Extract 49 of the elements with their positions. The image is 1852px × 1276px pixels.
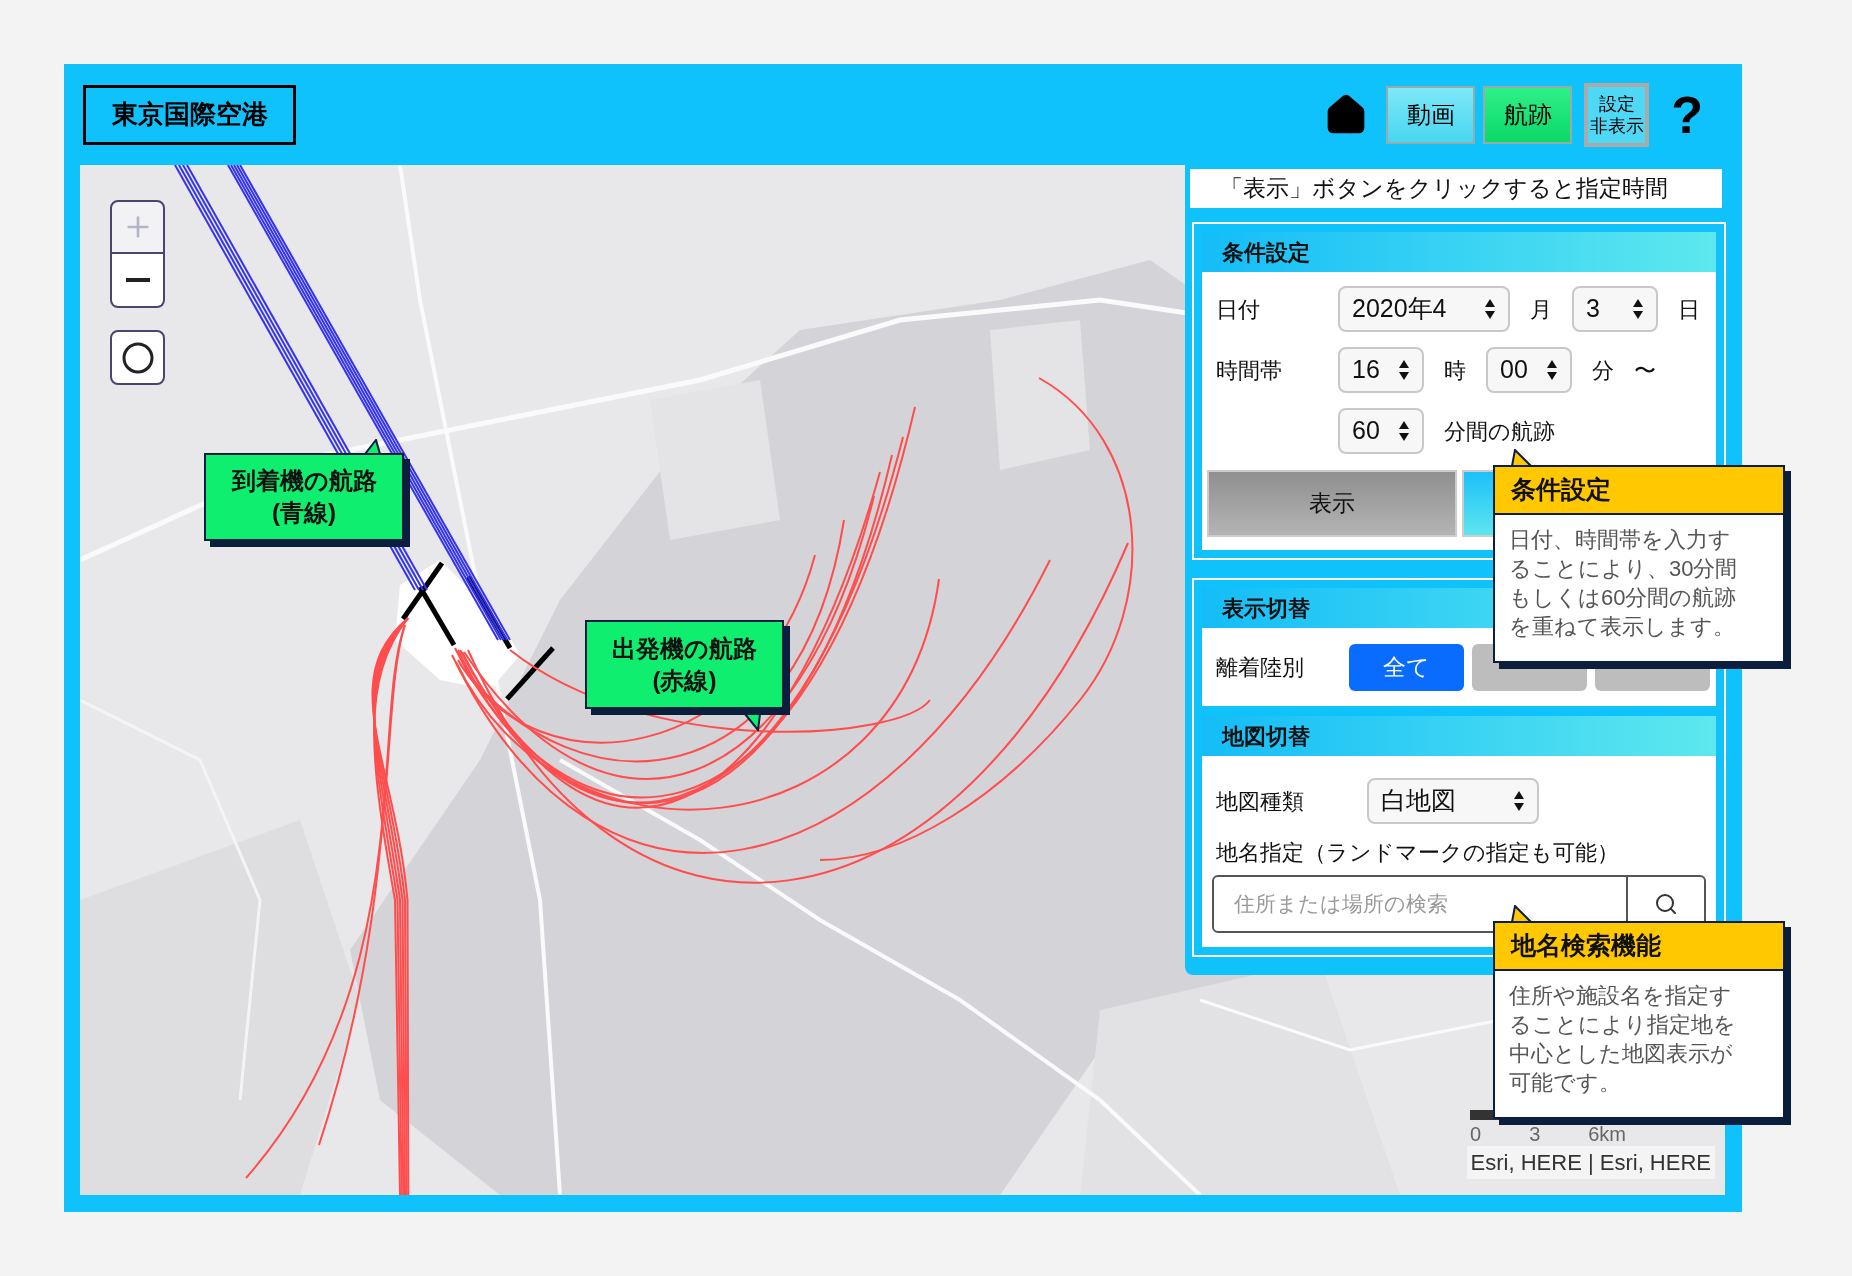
updown-arrows-icon — [1484, 297, 1496, 321]
field-label: 離着陸別 — [1216, 653, 1305, 682]
unit-label: 〜 — [1634, 356, 1656, 385]
settings-toggle-button[interactable]: 設定 非表示 — [1584, 82, 1650, 147]
nav-button[interactable]: 航跡 — [1483, 85, 1573, 144]
zoom-in-button[interactable] — [110, 200, 165, 254]
dropdown[interactable]: 00 — [1486, 347, 1572, 393]
field-label: 地名指定（ランドマークの指定も可能） — [1215, 839, 1620, 867]
updown-arrows-icon — [1398, 419, 1410, 443]
scale-label: 0 — [1470, 1124, 1482, 1144]
field-label: 日付 — [1216, 296, 1260, 322]
tooltip-title: 条件設定 — [1495, 467, 1783, 515]
locate-button[interactable] — [110, 330, 165, 385]
scale-label: 6km — [1588, 1124, 1627, 1144]
field-label: 時間帯 — [1216, 357, 1282, 383]
search-field[interactable]: 住所または場所の検索 — [1212, 875, 1628, 933]
dropdown[interactable]: 60 — [1338, 408, 1424, 454]
tooltip-text: 住所や施設名を指定す ることにより指定地を 中心とした地図表示が 可能です。 — [1509, 982, 1737, 1097]
app-title: 東京国際空港 — [83, 84, 296, 145]
map-callout: 出発機の航路 (赤線) — [585, 620, 790, 715]
nav-button[interactable]: 動画 — [1386, 85, 1476, 144]
zoom-out-button[interactable] — [110, 254, 165, 308]
map-attribution: Esri, HERE | Esri, HERE — [1466, 1146, 1715, 1179]
help-button[interactable]: ? — [1671, 88, 1703, 141]
field-label: 地図種類 — [1216, 787, 1305, 816]
unit-label: 月 — [1530, 295, 1552, 324]
unit-label: 日 — [1678, 295, 1700, 324]
notice-text: 「表示」ボタンをクリックすると指定時間 — [1190, 169, 1722, 208]
section-header: 条件設定 — [1202, 232, 1716, 272]
filter-button[interactable]: 全て — [1349, 643, 1464, 691]
updown-arrows-icon — [1513, 789, 1525, 813]
dropdown[interactable]: 3 — [1572, 286, 1658, 332]
section-header: 地図切替 — [1202, 716, 1716, 756]
tooltip-title: 地名検索機能 — [1495, 923, 1783, 971]
dropdown[interactable]: 16 — [1338, 347, 1424, 393]
unit-label: 分 — [1592, 356, 1614, 385]
map-callout: 到着機の航路 (青線) — [204, 453, 410, 547]
dropdown[interactable]: 白地図 — [1367, 778, 1539, 824]
updown-arrows-icon — [1632, 297, 1644, 321]
show-button[interactable]: 表示 — [1207, 470, 1457, 537]
scale-label: 3 — [1529, 1124, 1541, 1144]
updown-arrows-icon — [1398, 358, 1410, 382]
updown-arrows-icon — [1546, 358, 1558, 382]
unit-label: 分間の航跡 — [1444, 417, 1555, 446]
unit-label: 時 — [1444, 356, 1466, 385]
search-icon — [1654, 892, 1678, 916]
circle-icon — [120, 340, 155, 375]
minus-icon — [125, 278, 150, 282]
dropdown[interactable]: 2020年4 — [1338, 286, 1510, 332]
